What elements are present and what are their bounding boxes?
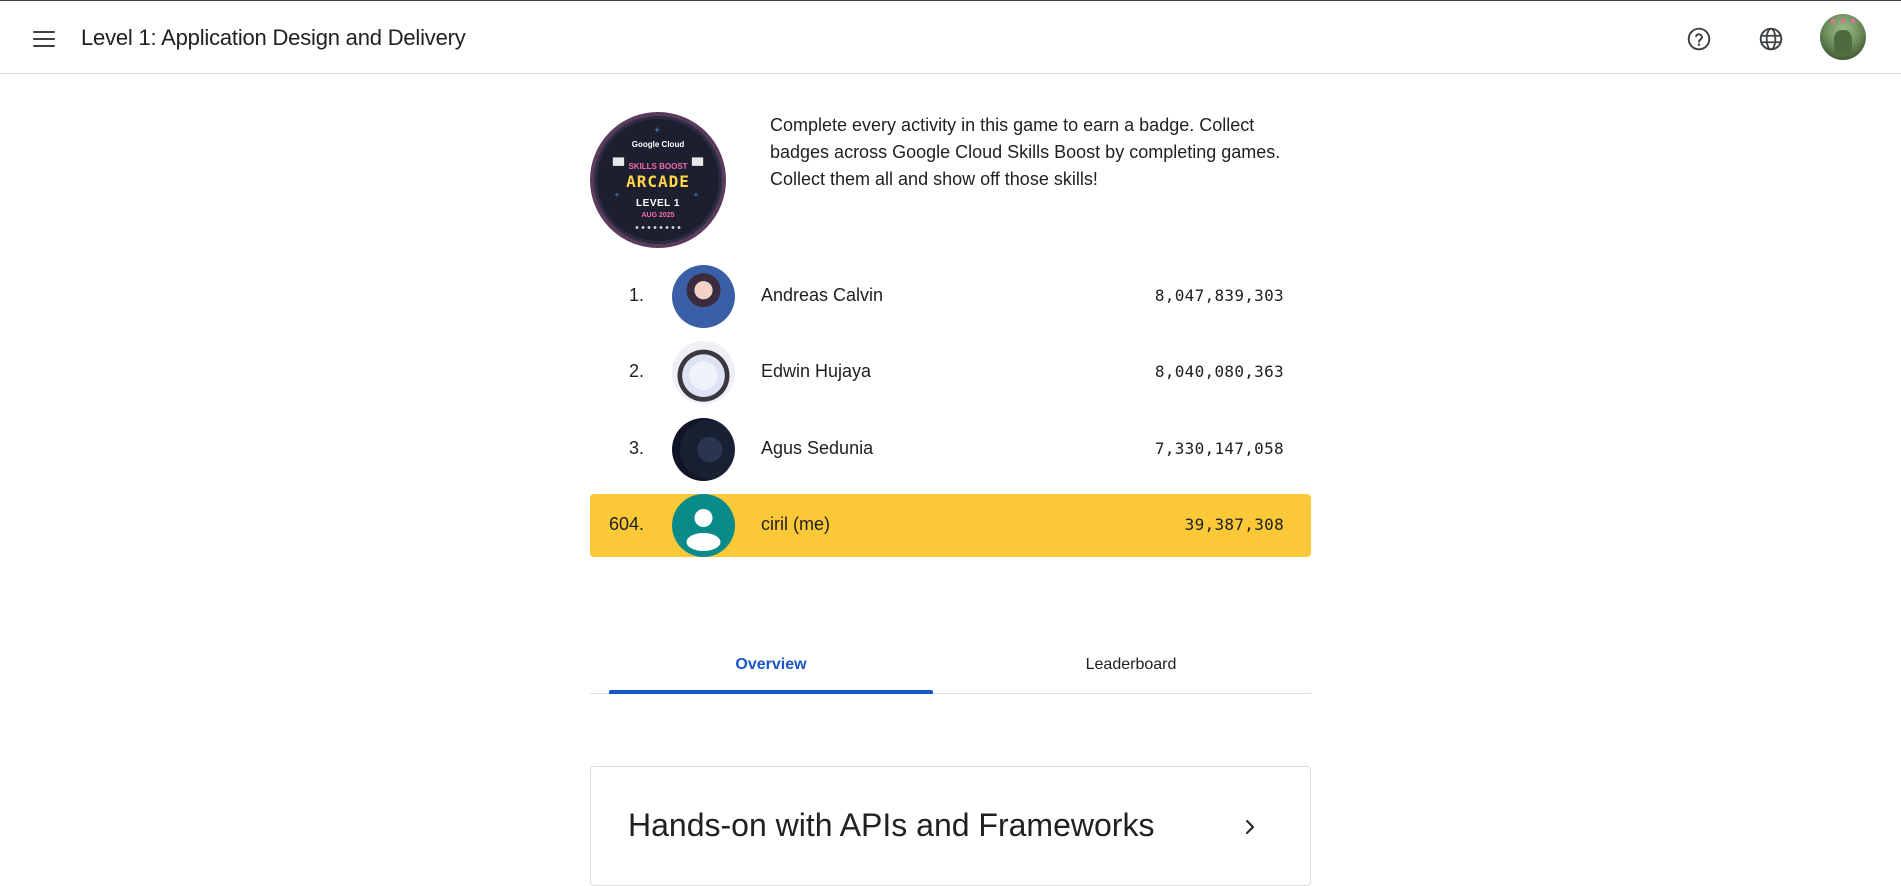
badge-level-text: LEVEL 1 [636, 198, 680, 209]
chevron-right-icon [1246, 820, 1254, 834]
badge-brand-text: Google Cloud [631, 140, 685, 149]
activity-card-title: Hands-on with APIs and Frameworks [628, 807, 1155, 843]
arcade-badge-image: + + + Google Cloud SKILLS BOOST ARCADE L… [590, 112, 726, 248]
badge-decoration [634, 226, 682, 229]
globe-icon[interactable] [1753, 21, 1789, 57]
badge-title-text: ARCADE [626, 172, 690, 191]
leaderboard-row: 2. Edwin Hujaya 8,040,080,363 [590, 341, 1311, 404]
tab-leaderboard[interactable]: Leaderboard [969, 636, 1293, 693]
player-name: Edwin Hujaya [761, 361, 872, 381]
svg-text:+: + [654, 124, 660, 135]
leaderboard-row: 3. Agus Sedunia 7,330,147,058 [590, 418, 1311, 481]
player-score: 39,387,308 [1184, 515, 1284, 534]
rank-number: 2. [628, 361, 644, 381]
badge-description: Complete every activity in this game to … [770, 115, 1281, 189]
tab-bar: Overview Leaderboard [590, 636, 1311, 694]
activity-card[interactable]: Hands-on with APIs and Frameworks [590, 766, 1311, 886]
badge-program-text: SKILLS BOOST [628, 162, 688, 171]
menu-icon[interactable] [26, 21, 62, 57]
top-app-bar: Level 1: Application Design and Delivery [0, 0, 1901, 74]
rank-number: 3. [628, 438, 644, 458]
help-icon[interactable] [1681, 21, 1717, 57]
player-score: 7,330,147,058 [1154, 439, 1284, 458]
leaderboard-row: 1. Andreas Calvin 8,047,839,303 [590, 265, 1311, 328]
player-name: Andreas Calvin [761, 285, 884, 305]
leaderboard-row-me: 604. ciril (me) 39,387,308 [590, 494, 1311, 557]
user-avatar[interactable] [1820, 14, 1866, 60]
player-avatar [672, 418, 735, 481]
rank-number: 604. [608, 514, 644, 534]
player-name: ciril (me) [761, 514, 830, 534]
player-avatar [672, 341, 735, 404]
badge-date-text: AUG 2025 [641, 212, 675, 219]
default-person-icon [672, 494, 735, 557]
player-score: 8,040,080,363 [1154, 362, 1284, 381]
page-title: Level 1: Application Design and Delivery [81, 25, 466, 50]
rank-number: 1. [628, 285, 644, 305]
player-avatar [672, 265, 735, 328]
tab-overview[interactable]: Overview [609, 636, 933, 694]
player-score: 8,047,839,303 [1154, 286, 1284, 305]
player-name: Agus Sedunia [761, 438, 874, 458]
